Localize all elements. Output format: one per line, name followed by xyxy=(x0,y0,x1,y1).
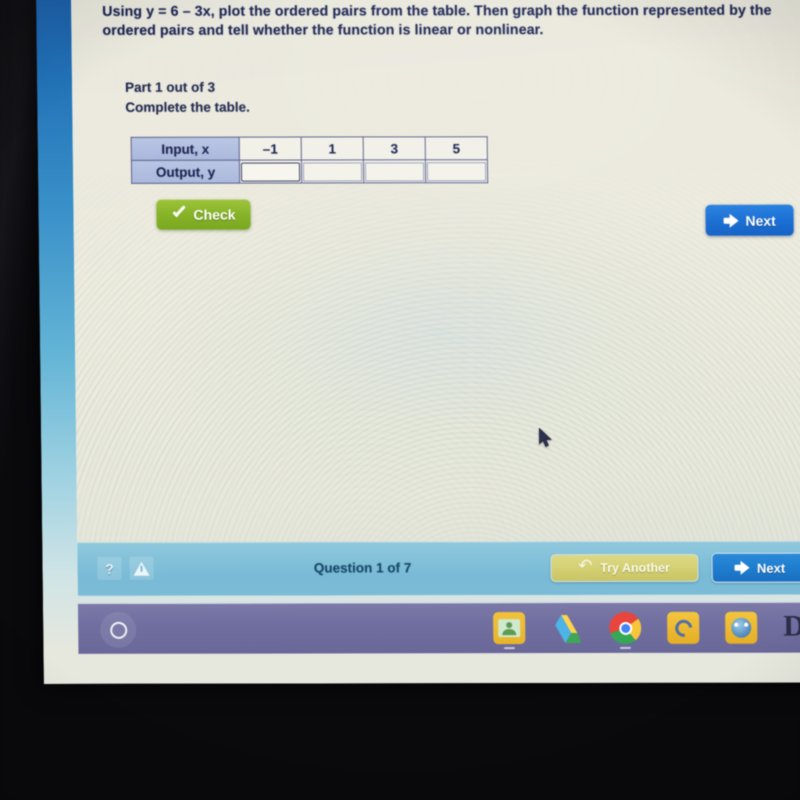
question-line-1: Using y = 6 – 3x, plot the ordered pairs… xyxy=(102,2,772,20)
part-label: Part 1 out of 3 xyxy=(124,79,216,95)
output-input-cell-2[interactable] xyxy=(363,159,426,183)
input-output-table-wrapper: Input, x –1 1 3 5 Output, y xyxy=(131,136,489,184)
question-status-bar: ? Question 1 of 7 Try Another Next xyxy=(77,540,800,596)
photographed-screen: Using y = 6 – 3x, plot the ordered pairs… xyxy=(0,0,800,800)
table-row-output: Output, y xyxy=(131,159,488,184)
output-field-2[interactable] xyxy=(364,161,425,181)
yellow-app-icon[interactable] xyxy=(667,611,700,644)
yellow-character-app-icon[interactable] xyxy=(725,611,758,644)
output-field-1[interactable] xyxy=(302,161,363,182)
input-value-cell-3: 5 xyxy=(425,136,488,160)
output-field-0[interactable] xyxy=(240,162,301,182)
input-output-table: Input, x –1 1 3 5 Output, y xyxy=(131,136,489,184)
next-button-main[interactable]: Next xyxy=(705,204,794,236)
try-another-label: Try Another xyxy=(600,560,670,575)
try-another-button[interactable]: Try Another xyxy=(550,553,699,583)
learning-app-window: Using y = 6 – 3x, plot the ordered pairs… xyxy=(70,0,800,596)
arrow-right-icon xyxy=(723,213,738,227)
output-input-cell-1[interactable] xyxy=(301,159,364,184)
output-input-cell-0[interactable] xyxy=(239,160,302,184)
running-indicator xyxy=(619,646,631,649)
next-button-main-label: Next xyxy=(745,212,776,229)
next-button-statusbar-label: Next xyxy=(756,560,786,576)
instruction-text: Complete the table. xyxy=(125,99,250,115)
input-value-cell-1: 1 xyxy=(301,136,364,161)
question-content-area: Using y = 6 – 3x, plot the ordered pairs… xyxy=(71,0,800,547)
os-taskbar: D xyxy=(77,600,800,654)
row-label-input: Input, x xyxy=(131,137,240,161)
arrow-back-icon xyxy=(579,562,593,575)
swirl-shape xyxy=(671,615,696,640)
d-letter-icon[interactable]: D xyxy=(783,609,800,644)
character-face-shape xyxy=(731,617,752,638)
table-row-input: Input, x –1 1 3 5 xyxy=(131,136,488,161)
circle-launcher-icon[interactable] xyxy=(100,611,137,648)
next-button-statusbar[interactable]: Next xyxy=(711,552,800,583)
taskbar-icon-list: D xyxy=(493,609,800,650)
screen-surface: Using y = 6 – 3x, plot the ordered pairs… xyxy=(36,0,800,684)
output-input-cell-3[interactable] xyxy=(425,159,488,183)
output-field-3[interactable] xyxy=(426,161,487,181)
google-drive-icon[interactable] xyxy=(551,612,583,644)
google-classroom-icon[interactable] xyxy=(493,612,526,650)
check-button[interactable]: Check xyxy=(156,199,251,230)
question-prompt: Using y = 6 – 3x, plot the ordered pairs… xyxy=(102,2,792,41)
chrome-hub-shape xyxy=(618,621,632,635)
launcher-ring-shape xyxy=(109,621,127,639)
classroom-board-shape xyxy=(498,619,521,638)
row-label-output: Output, y xyxy=(131,160,240,184)
d-letter-glyph: D xyxy=(783,609,800,643)
running-indicator xyxy=(503,647,515,650)
check-button-label: Check xyxy=(193,206,236,223)
question-line-2: ordered pairs and tell whether the funct… xyxy=(102,22,544,39)
google-chrome-icon[interactable] xyxy=(609,611,642,649)
checkmark-icon xyxy=(171,208,187,222)
mouse-pointer xyxy=(538,428,552,447)
arrow-right-icon xyxy=(735,561,750,575)
question-text: Using y = 6 – 3x, plot the ordered pairs… xyxy=(102,2,792,41)
input-value-cell-0: –1 xyxy=(239,137,302,161)
input-value-cell-2: 3 xyxy=(363,136,426,160)
